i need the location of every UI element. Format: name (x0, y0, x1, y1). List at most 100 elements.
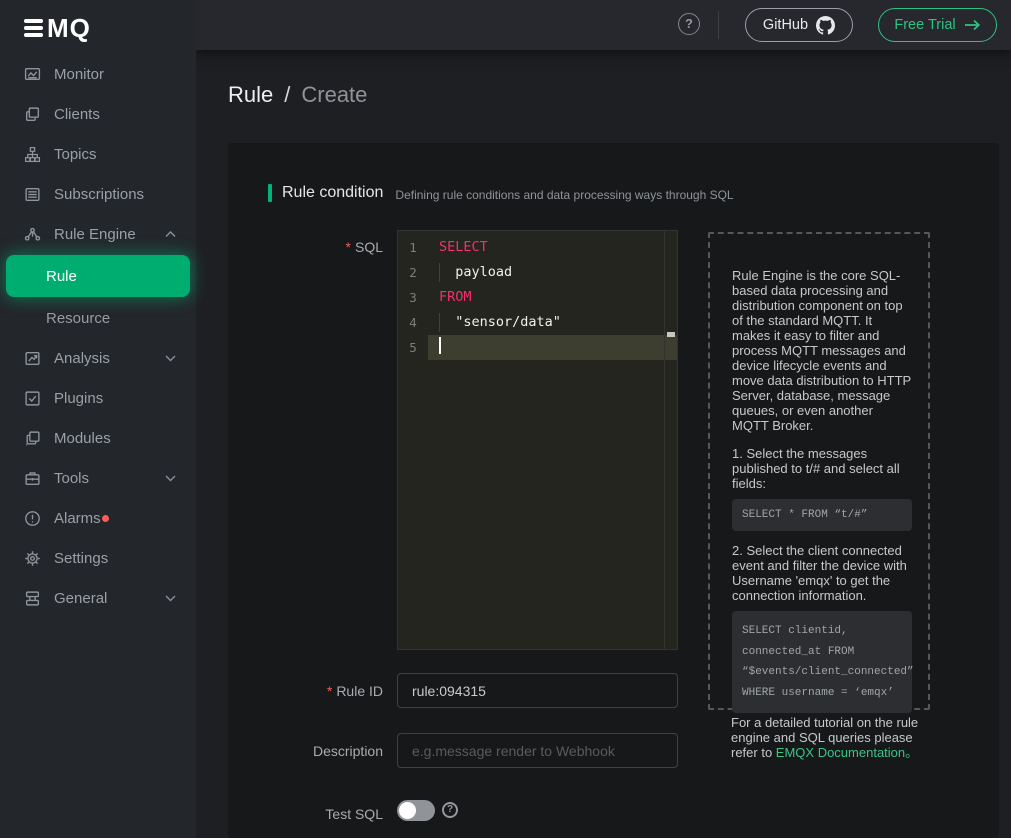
sidebar-item-rule[interactable]: Rule (6, 255, 190, 297)
sidebar-item-clients[interactable]: Clients (0, 94, 196, 134)
analysis-icon (24, 350, 41, 367)
rule-engine-help-panel: Rule Engine is the core SQL-based data p… (708, 232, 930, 710)
sidebar-item-label: Analysis (54, 350, 110, 367)
section-header: Rule condition Defining rule conditions … (268, 184, 734, 202)
sidebar-item-topics[interactable]: Topics (0, 134, 196, 174)
breadcrumb-create: Create (301, 82, 367, 108)
sidebar-item-modules[interactable]: Modules (0, 418, 196, 458)
general-icon (24, 590, 41, 607)
help-step2-text: 2. Select the client connected event and… (732, 543, 912, 603)
chevron-down-icon (165, 355, 176, 362)
sidebar-item-monitor[interactable]: Monitor (0, 54, 196, 94)
sidebar-nav: Monitor Clients Topics Subscriptions Rul (0, 54, 196, 618)
editor-line: 3 FROM (398, 285, 677, 310)
sidebar-item-settings[interactable]: Settings (0, 538, 196, 578)
monitor-icon (24, 66, 41, 83)
top-header: ? GitHub Free Trial (196, 0, 1011, 50)
code-text: FROM (428, 285, 677, 310)
sidebar-item-label: Rule (46, 268, 77, 285)
gear-icon (24, 550, 41, 567)
sidebar: MQ Monitor Clients Topics Subscriptions (0, 0, 196, 838)
chevron-up-icon (165, 231, 176, 238)
sql-code-editor[interactable]: 1 SELECT 2 payload 3 FROM 4 "sensor/data… (397, 230, 678, 650)
sql-example-2-line: WHERE username = ‘emqx’ (742, 683, 902, 704)
rule-id-input[interactable] (397, 673, 678, 708)
sidebar-item-label: Clients (54, 106, 100, 123)
breadcrumb-separator: / (284, 82, 290, 108)
section-title: Rule condition (282, 184, 383, 202)
test-sql-label: Test SQL (228, 806, 383, 822)
sidebar-item-label: General (54, 590, 107, 607)
free-trial-button[interactable]: Free Trial (878, 8, 997, 42)
sidebar-item-label: Subscriptions (54, 186, 144, 203)
github-button-label: GitHub (763, 17, 808, 33)
tools-icon (24, 470, 41, 487)
header-divider (718, 11, 719, 39)
sidebar-item-rule-engine[interactable]: Rule Engine (0, 214, 196, 254)
editor-line: 4 "sensor/data" (398, 310, 677, 335)
plugins-icon (24, 390, 41, 407)
section-accent-bar (268, 184, 272, 202)
rule-id-label: *Rule ID (228, 683, 383, 699)
sidebar-item-label: Resource (46, 310, 110, 327)
code-text: SELECT (428, 235, 677, 260)
sidebar-item-label: Tools (54, 470, 89, 487)
sidebar-item-resource[interactable]: Resource (0, 298, 196, 338)
arrow-right-icon (964, 19, 981, 31)
editor-line-active: 5 (398, 335, 677, 360)
emq-logo-bars-icon (24, 19, 43, 37)
description-label: Description (228, 743, 383, 759)
emq-logo-text: MQ (47, 13, 91, 44)
sidebar-item-general[interactable]: General (0, 578, 196, 618)
sql-example-2: SELECT clientid, connected_at FROM “$eve… (732, 611, 912, 713)
sidebar-item-label: Settings (54, 550, 108, 567)
help-icon[interactable]: ? (678, 13, 700, 35)
breadcrumb: Rule / Create (228, 82, 367, 108)
required-asterisk: * (346, 239, 351, 255)
editor-scrollbar-thumb[interactable] (667, 332, 675, 337)
code-text: "sensor/data" (428, 310, 677, 335)
github-button[interactable]: GitHub (745, 8, 853, 42)
github-icon (816, 16, 835, 35)
code-text (428, 335, 677, 360)
help-step1-text: 1. Select the messages published to t/# … (732, 446, 912, 491)
emq-logo[interactable]: MQ (0, 0, 196, 50)
subscriptions-icon (24, 186, 41, 203)
sidebar-item-tools[interactable]: Tools (0, 458, 196, 498)
sidebar-item-plugins[interactable]: Plugins (0, 378, 196, 418)
rule-engine-icon (24, 226, 41, 243)
sidebar-item-label: Topics (54, 146, 97, 163)
breadcrumb-rule[interactable]: Rule (228, 82, 273, 108)
test-sql-toggle[interactable] (397, 800, 435, 821)
sql-example-1: SELECT * FROM “t/#” (732, 499, 912, 531)
sidebar-item-label: Modules (54, 430, 111, 447)
code-text: payload (428, 260, 677, 285)
line-number: 4 (398, 310, 428, 335)
help-footer: For a detailed tutorial on the rule engi… (731, 715, 929, 760)
test-sql-help-icon[interactable]: ? (442, 802, 458, 818)
sidebar-item-subscriptions[interactable]: Subscriptions (0, 174, 196, 214)
sidebar-item-analysis[interactable]: Analysis (0, 338, 196, 378)
description-input[interactable] (397, 733, 678, 768)
line-number: 2 (398, 260, 428, 285)
sidebar-item-label: Plugins (54, 390, 103, 407)
indent-guide (439, 263, 440, 282)
help-intro-text: Rule Engine is the core SQL-based data p… (732, 268, 912, 433)
line-number: 5 (398, 335, 428, 360)
editor-scrollbar[interactable] (664, 231, 677, 649)
sidebar-item-label: Rule Engine (54, 226, 136, 243)
modules-icon (24, 430, 41, 447)
line-number: 3 (398, 285, 428, 310)
sidebar-item-alarms[interactable]: Alarms (0, 498, 196, 538)
line-number: 1 (398, 235, 428, 260)
rule-create-card: Rule condition Defining rule conditions … (228, 143, 999, 838)
emqx-documentation-link[interactable]: EMQX Documentation。 (776, 745, 918, 760)
sql-example-2-line: connected_at FROM (742, 642, 902, 663)
sql-example-2-line: “$events/client_connected” (742, 662, 902, 683)
clients-icon (24, 106, 41, 123)
indent-guide (439, 313, 440, 332)
editor-line: 2 payload (398, 260, 677, 285)
alarms-icon (24, 510, 41, 527)
chevron-down-icon (165, 475, 176, 482)
sql-example-2-line: SELECT clientid, (742, 621, 902, 642)
